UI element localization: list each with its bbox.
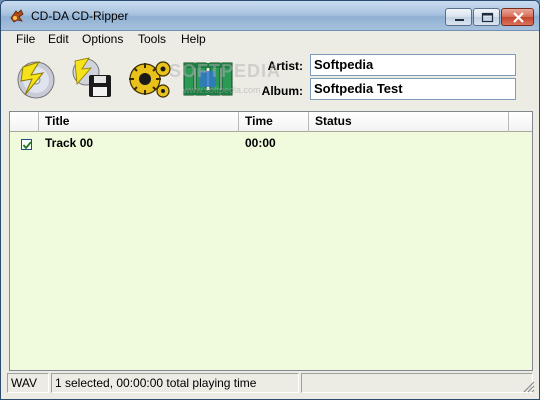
close-icon <box>513 12 524 23</box>
menu-file[interactable]: File <box>14 32 37 46</box>
column-check[interactable] <box>10 112 39 132</box>
column-filler <box>509 112 532 132</box>
menu-tools[interactable]: Tools <box>136 32 168 46</box>
watermark-url: www.softpedia.com <box>183 85 261 95</box>
table-row[interactable]: Track 00 00:00 <box>10 134 532 152</box>
rip-cd-icon <box>17 61 55 99</box>
maximize-button[interactable] <box>473 8 500 26</box>
settings-gears-icon <box>129 61 171 98</box>
toolbar: Artist: Softpedia Album: Softpedia Test … <box>1 49 539 111</box>
window-title: CD-DA CD-Ripper <box>31 9 129 23</box>
save-disk-icon <box>72 57 111 97</box>
title-bar[interactable]: CD-DA CD-Ripper <box>1 1 539 31</box>
app-icon <box>10 9 24 23</box>
column-status[interactable]: Status <box>309 112 509 132</box>
menu-options[interactable]: Options <box>80 32 125 46</box>
menu-help[interactable]: Help <box>179 32 208 46</box>
minimize-button[interactable] <box>445 8 472 26</box>
column-time[interactable]: Time <box>239 112 309 132</box>
track-checkbox[interactable] <box>21 139 32 150</box>
save-button[interactable] <box>69 55 115 101</box>
track-time: 00:00 <box>245 136 276 150</box>
column-title[interactable]: Title <box>39 112 239 132</box>
checkmark-icon <box>22 141 32 150</box>
artist-field[interactable]: Softpedia <box>310 54 516 76</box>
track-list[interactable]: Title Time Status Track 00 00:00 <box>9 111 533 371</box>
maximize-icon <box>481 12 494 23</box>
close-button[interactable] <box>501 8 534 26</box>
status-format: WAV <box>7 373 49 393</box>
status-summary: 1 selected, 00:00:00 total playing time <box>51 373 299 393</box>
list-header: Title Time Status <box>10 112 532 132</box>
settings-button[interactable] <box>125 55 171 101</box>
menu-bar: File Edit Options Tools Help <box>1 31 539 49</box>
status-extra <box>301 373 533 393</box>
track-title: Track 00 <box>45 136 94 150</box>
watermark-logo: SOFTPEDIA <box>169 61 282 81</box>
resize-grip-icon[interactable] <box>521 379 535 393</box>
minimize-icon <box>455 19 464 21</box>
menu-edit[interactable]: Edit <box>46 32 71 46</box>
main-window: CD-DA CD-Ripper File Edit Options Tools … <box>0 0 540 400</box>
album-field[interactable]: Softpedia Test <box>310 78 516 100</box>
rip-cd-button[interactable] <box>13 55 59 101</box>
status-bar: WAV 1 selected, 00:00:00 total playing t… <box>1 373 539 399</box>
